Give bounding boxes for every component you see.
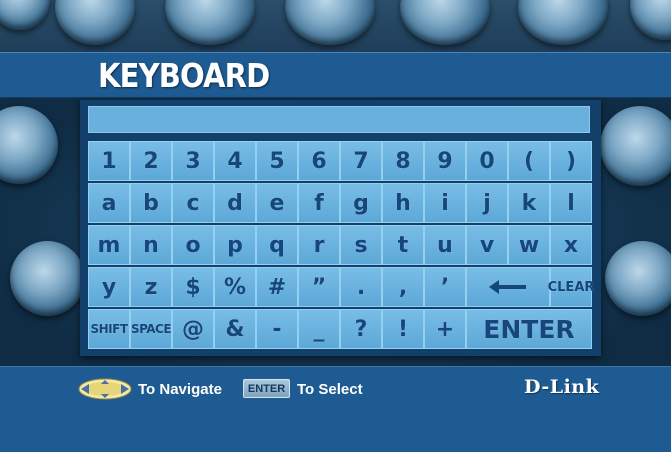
key[interactable]: d [214,183,256,223]
key[interactable]: ( [508,141,550,181]
key[interactable]: ) [550,141,592,181]
key[interactable]: s [340,225,382,265]
key[interactable]: p [214,225,256,265]
key[interactable]: 7 [340,141,382,181]
key[interactable]: ’ [424,267,466,307]
enter-badge: ENTER [243,379,290,398]
page-title: KEYBOARD [98,56,270,95]
typewriter-key-decoration [10,241,85,316]
key[interactable]: $ [172,267,214,307]
key[interactable]: 3 [172,141,214,181]
key[interactable]: q [256,225,298,265]
enter-key[interactable]: ENTER [466,309,592,349]
space-key[interactable]: SPACE [130,309,172,349]
key[interactable]: u [424,225,466,265]
shift-key[interactable]: SHIFT [88,309,130,349]
key[interactable]: t [382,225,424,265]
key[interactable]: # [256,267,298,307]
key[interactable]: h [382,183,424,223]
key[interactable]: 8 [382,141,424,181]
key[interactable]: o [172,225,214,265]
key[interactable]: k [508,183,550,223]
typewriter-key-decoration [285,0,375,45]
dlink-logo: D-Link [524,376,600,398]
key[interactable]: x [550,225,592,265]
typewriter-key-decoration [600,106,671,186]
key[interactable]: g [340,183,382,223]
key[interactable]: a [88,183,130,223]
key[interactable]: % [214,267,256,307]
key[interactable]: 5 [256,141,298,181]
navigate-hint: To Navigate [138,380,222,398]
key[interactable]: & [214,309,256,349]
key[interactable]: e [256,183,298,223]
keyboard-panel: 1 2 3 4 5 6 7 8 9 0() a b c d e f g h i j k l m n o p q r s t u v w x y z $%… [80,100,601,356]
key[interactable]: v [466,225,508,265]
left-arrow-icon [489,280,526,294]
key[interactable]: ? [340,309,382,349]
key[interactable]: 6 [298,141,340,181]
key[interactable]: 2 [130,141,172,181]
key[interactable]: y [88,267,130,307]
clear-key[interactable]: CLEAR [548,267,594,307]
key[interactable]: 0 [466,141,508,181]
background-top [0,0,671,52]
key[interactable]: n [130,225,172,265]
typewriter-key-decoration [55,0,135,45]
key[interactable]: m [88,225,130,265]
typewriter-key-decoration [165,0,255,45]
key[interactable]: , [382,267,424,307]
typewriter-key-decoration [518,0,608,45]
typewriter-key-decoration [630,0,671,40]
key[interactable]: 9 [424,141,466,181]
key[interactable]: + [424,309,466,349]
key[interactable]: . [340,267,382,307]
key[interactable]: ” [298,267,340,307]
key[interactable]: z [130,267,172,307]
key[interactable]: r [298,225,340,265]
dpad-arrows-icon [78,378,132,400]
key[interactable]: l [550,183,592,223]
key[interactable]: 4 [214,141,256,181]
backspace-key[interactable] [466,267,550,307]
typewriter-key-decoration [0,0,50,30]
typewriter-key-decoration [400,0,490,45]
key[interactable]: i [424,183,466,223]
text-entry-field[interactable] [88,106,590,133]
key[interactable]: - [256,309,298,349]
key[interactable]: ! [382,309,424,349]
typewriter-key-decoration [0,106,58,184]
key[interactable]: c [172,183,214,223]
key[interactable]: @ [172,309,214,349]
key[interactable]: w [508,225,550,265]
key[interactable]: b [130,183,172,223]
key[interactable]: _ [298,309,340,349]
key[interactable]: f [298,183,340,223]
select-hint: To Select [297,380,363,398]
typewriter-key-decoration [605,241,671,316]
key[interactable]: j [466,183,508,223]
key[interactable]: 1 [88,141,130,181]
